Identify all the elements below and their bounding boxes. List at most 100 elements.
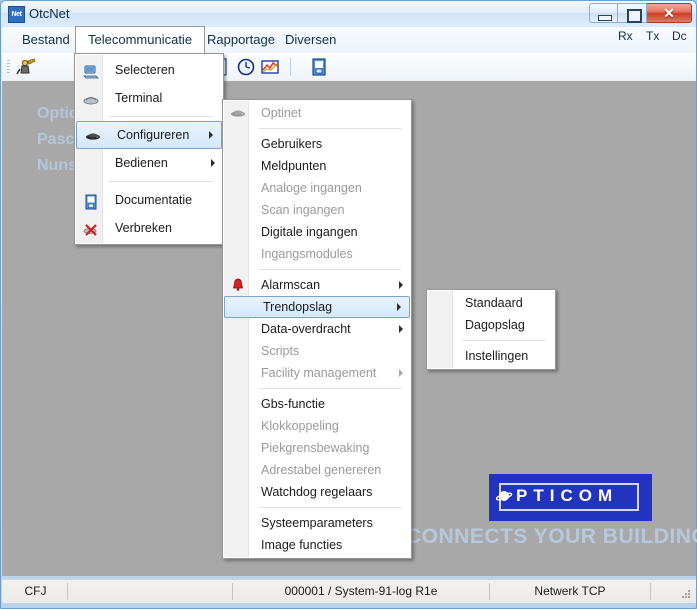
menu-item-scan-ingangen: Scan ingangen xyxy=(223,199,411,221)
terminal-icon xyxy=(83,90,99,106)
application-window: Net OtcNet ✕ Bestand Telecommunicatie Ra… xyxy=(0,0,697,609)
toolbar-separator-2 xyxy=(290,58,291,76)
chevron-right-icon xyxy=(399,369,403,377)
menu-item-configureren[interactable]: Configureren xyxy=(76,121,222,149)
clock-icon[interactable] xyxy=(236,57,256,77)
menu-item-label: Systeemparameters xyxy=(261,516,373,530)
close-button[interactable]: ✕ xyxy=(647,3,692,23)
chevron-right-icon xyxy=(397,303,401,311)
minimize-button[interactable] xyxy=(589,3,618,23)
alarm-bell-icon xyxy=(230,277,246,293)
menu-item-label: Bedienen xyxy=(115,156,168,170)
menu-item-digitale-ingangen[interactable]: Digitale ingangen xyxy=(223,221,411,243)
status-cell-0: CFJ xyxy=(24,584,47,598)
configureren-submenu: Optinet Gebruikers Meldpunten Analoge ingan… xyxy=(222,99,412,559)
tx-label: Tx xyxy=(646,29,660,43)
document-icon xyxy=(83,192,99,210)
menu-item-label: Trendopslag xyxy=(263,300,333,314)
dc-label: Dc xyxy=(672,29,687,43)
menu-item-gebruikers[interactable]: Gebruikers xyxy=(223,133,411,155)
menu-separator xyxy=(259,269,401,270)
menu-item-meldpunten[interactable]: Meldpunten xyxy=(223,155,411,177)
menu-item-documentatie[interactable]: Documentatie xyxy=(75,186,223,214)
tagline-text: CONNECTS YOUR BUILDING xyxy=(406,525,697,548)
menu-bestand[interactable]: Bestand xyxy=(10,27,82,53)
computer-icon xyxy=(83,62,99,79)
menu-item-label: Dagopslag xyxy=(465,318,525,332)
menu-item-label: Scripts xyxy=(261,344,300,358)
link-indicators: Rx Tx Dc xyxy=(600,29,687,73)
menu-item-label: Optinet xyxy=(261,106,302,120)
menu-item-gbs-functie[interactable]: Gbs-functie xyxy=(223,393,411,415)
menu-item-watchdog-regelaars[interactable]: Watchdog regelaars xyxy=(223,481,411,503)
resize-grip[interactable] xyxy=(681,589,691,599)
menu-item-label: Documentatie xyxy=(115,193,193,207)
menu-item-ingangsmodules: Ingangsmodules xyxy=(223,243,411,265)
menu-bar: Bestand Telecommunicatie Rapportage Dive… xyxy=(2,26,696,73)
menu-item-label: Klokkoppeling xyxy=(261,419,339,433)
window-title: OtcNet xyxy=(29,6,70,21)
telecommunicatie-dropdown: Selecteren Terminal Configureren Bedienen Do… xyxy=(74,53,224,245)
status-cell-2: 000001 / System-91-log R1e xyxy=(284,584,438,598)
menu-item-selecteren[interactable]: Selecteren xyxy=(75,56,223,84)
toolbar-grip[interactable] xyxy=(7,60,10,74)
trend-chart-icon[interactable] xyxy=(260,57,280,77)
maximize-icon xyxy=(627,9,642,23)
menu-item-analoge-ingangen: Analoge ingangen xyxy=(223,177,411,199)
menu-item-label: Instellingen xyxy=(465,349,529,363)
menu-item-label: Terminal xyxy=(115,91,163,105)
menu-item-label: Data-overdracht xyxy=(261,322,351,336)
menu-item-label: Adrestabel genereren xyxy=(261,463,382,477)
menu-item-verbreken[interactable]: Verbreken xyxy=(75,214,223,242)
modem-icon xyxy=(230,105,246,121)
saturn-planet-icon xyxy=(495,488,513,505)
menu-item-data-overdracht[interactable]: Data-overdracht xyxy=(223,318,411,340)
menu-item-facility-management: Facility management xyxy=(223,362,411,384)
menu-separator xyxy=(259,388,401,389)
menu-item-label: Gebruikers xyxy=(261,137,323,151)
menu-item-label: Selecteren xyxy=(115,63,175,77)
menu-item-instellingen[interactable]: Instellingen xyxy=(427,345,555,367)
menu-separator xyxy=(109,116,213,117)
menu-item-image-functies[interactable]: Image functies xyxy=(223,534,411,556)
menu-item-label: Alarmscan xyxy=(261,278,321,292)
menu-item-standaard[interactable]: Standaard xyxy=(427,292,555,314)
opticom-logo: PTICOM xyxy=(489,474,652,521)
menu-item-label: Watchdog regelaars xyxy=(261,485,373,499)
rx-label: Rx xyxy=(618,29,633,43)
trendopslag-submenu: Standaard Dagopslag Instellingen xyxy=(426,289,556,370)
menu-separator xyxy=(463,340,545,341)
close-icon: ✕ xyxy=(663,5,675,21)
menu-item-label: Image functies xyxy=(261,538,343,552)
menu-item-optinet: Optinet xyxy=(223,102,411,124)
menu-item-label: Facility management xyxy=(261,366,377,380)
chevron-right-icon xyxy=(211,159,215,167)
logo-text: PTICOM xyxy=(516,486,619,505)
menu-telecommunicatie[interactable]: Telecommunicatie xyxy=(75,26,206,53)
minimize-icon xyxy=(598,15,612,21)
menu-item-dagopslag[interactable]: Dagopslag xyxy=(427,314,555,336)
menu-item-label: Ingangsmodules xyxy=(261,247,353,261)
chevron-right-icon xyxy=(209,131,213,139)
menu-item-systeemparameters[interactable]: Systeemparameters xyxy=(223,512,411,534)
window-controls: ✕ xyxy=(589,3,692,24)
config-wizard-icon[interactable] xyxy=(16,57,36,77)
app-icon: Net xyxy=(8,6,25,23)
modem-icon xyxy=(85,127,101,143)
menu-item-piekgrensbewaking: Piekgrensbewaking xyxy=(223,437,411,459)
menu-item-alarmscan[interactable]: Alarmscan xyxy=(223,274,411,296)
menu-item-trendopslag[interactable]: Trendopslag xyxy=(224,296,410,318)
menu-item-label: Verbreken xyxy=(115,221,172,235)
menu-item-terminal[interactable]: Terminal xyxy=(75,84,223,112)
menu-item-label: Meldpunten xyxy=(261,159,327,173)
title-bar: Net OtcNet ✕ xyxy=(1,1,696,26)
menu-diversen[interactable]: Diversen xyxy=(273,27,348,53)
menu-item-klokkoppeling: Klokkoppeling xyxy=(223,415,411,437)
chevron-right-icon xyxy=(399,325,403,333)
menu-separator xyxy=(109,181,213,182)
menu-item-label: Standaard xyxy=(465,296,523,310)
menu-item-label: Configureren xyxy=(117,128,190,142)
documentation-icon[interactable] xyxy=(309,57,329,77)
menu-item-bedienen[interactable]: Bedienen xyxy=(75,149,223,177)
maximize-button[interactable] xyxy=(618,3,647,23)
